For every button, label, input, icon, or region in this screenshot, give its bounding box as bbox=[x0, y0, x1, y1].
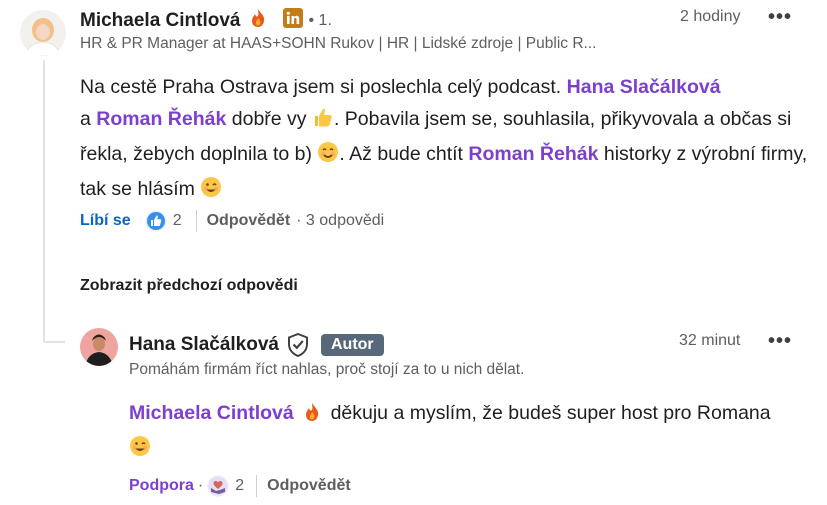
commenter-headline: HR & PR Manager at HAAS+SOHN Rukov | HR … bbox=[80, 35, 597, 52]
reply-reaction-count[interactable]: 2 bbox=[235, 477, 244, 495]
reply-button[interactable]: Odpovědět bbox=[207, 212, 291, 230]
smile-emoji bbox=[317, 141, 339, 173]
verified-shield-icon bbox=[287, 333, 309, 357]
comment-more-options-icon[interactable]: ••• bbox=[768, 6, 792, 29]
thumbs-up-emoji bbox=[312, 106, 334, 138]
action-divider bbox=[256, 475, 258, 497]
reply-timestamp: 32 minut bbox=[679, 332, 741, 349]
fire-icon bbox=[249, 8, 267, 33]
support-button[interactable]: Podpora bbox=[129, 477, 194, 495]
comment-text-part: dobře vy bbox=[231, 108, 307, 130]
replier-headline: Pomáhám firmám říct nahlas, proč stojí z… bbox=[129, 361, 525, 378]
commenter-name[interactable]: Michaela Cintlová bbox=[80, 10, 241, 32]
comment-text: Na cestě Praha Ostrava jsem si poslechla… bbox=[80, 71, 815, 208]
mention-michaela[interactable]: Michaela Cintlová bbox=[129, 402, 294, 424]
thread-line bbox=[43, 60, 45, 342]
reply-reply-button[interactable]: Odpovědět bbox=[267, 477, 351, 495]
like-reaction-icon bbox=[145, 210, 167, 232]
commenter-avatar[interactable] bbox=[20, 10, 66, 56]
reply-more-options-icon[interactable]: ••• bbox=[768, 330, 792, 353]
fire-icon bbox=[303, 400, 321, 432]
reply-text: Michaela Cintlová děkuju a myslím, že bu… bbox=[129, 397, 819, 467]
separator-dot: · bbox=[197, 477, 204, 494]
author-badge: Autor bbox=[320, 334, 384, 356]
wink-emoji bbox=[200, 176, 222, 208]
comment-timestamp: 2 hodiny bbox=[680, 8, 741, 25]
like-button[interactable]: Líbí se bbox=[80, 212, 131, 230]
comment-text-part: a bbox=[80, 108, 91, 130]
thread-line-connector bbox=[43, 341, 65, 343]
replier-avatar[interactable] bbox=[80, 328, 118, 366]
comment-reaction-count[interactable]: 2 bbox=[173, 212, 182, 230]
linkedin-icon bbox=[282, 8, 303, 33]
replies-count-link[interactable]: · 3 odpovědi bbox=[296, 212, 384, 230]
reply-text-part: děkuju a myslím, že budeš super host pro… bbox=[330, 402, 771, 424]
mention-hana[interactable]: Hana Slačálková bbox=[567, 76, 721, 98]
support-reaction-icon bbox=[207, 475, 229, 497]
mention-roman-2[interactable]: Roman Řehák bbox=[468, 143, 598, 165]
connection-degree: • 1. bbox=[308, 11, 332, 29]
mention-roman[interactable]: Roman Řehák bbox=[96, 108, 226, 130]
comment-text-part: . Až bude chtít bbox=[339, 143, 463, 165]
show-previous-replies[interactable]: Zobrazit předchozí odpovědi bbox=[80, 277, 298, 295]
replier-name[interactable]: Hana Slačálková bbox=[129, 334, 279, 356]
comment-text-part: Na cestě Praha Ostrava jsem si poslechla… bbox=[80, 76, 562, 98]
action-divider bbox=[195, 210, 197, 232]
wink-emoji bbox=[129, 435, 151, 467]
